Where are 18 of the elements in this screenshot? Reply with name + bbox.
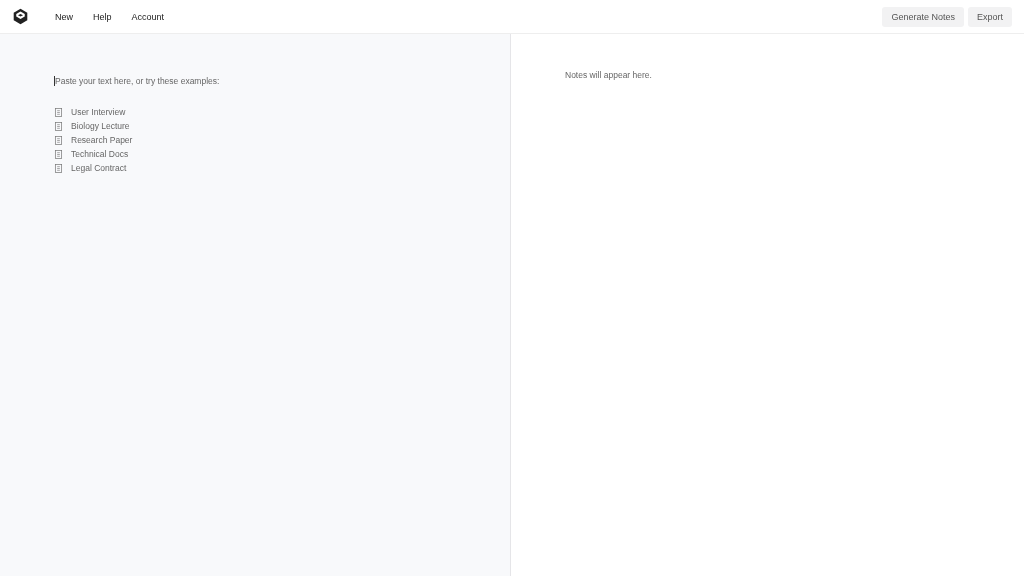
nav-link[interactable]: Account (121, 7, 175, 26)
document-icon (54, 163, 63, 173)
example-link[interactable]: User Interview (54, 106, 456, 118)
example-link[interactable]: Legal Contract (54, 162, 456, 174)
nav-link[interactable]: Help (83, 7, 122, 26)
generate-button[interactable]: Generate Notes (882, 6, 964, 27)
cube-logo-icon (12, 8, 29, 25)
notes-field[interactable]: Notes will appear here. (511, 34, 1024, 576)
example-link[interactable]: Technical Docs (54, 148, 456, 160)
document-icon (54, 107, 63, 117)
document-icon (54, 121, 63, 131)
example-link[interactable]: Biology Lecture (54, 120, 456, 132)
nav-link[interactable]: New (45, 7, 83, 26)
example-link[interactable]: Research Paper (54, 134, 456, 146)
text-input-placeholder[interactable]: Paste your text here, or try these examples: (54, 76, 220, 86)
export-button[interactable]: Export (968, 6, 1012, 27)
document-icon (54, 135, 63, 145)
document-icon (54, 149, 63, 159)
